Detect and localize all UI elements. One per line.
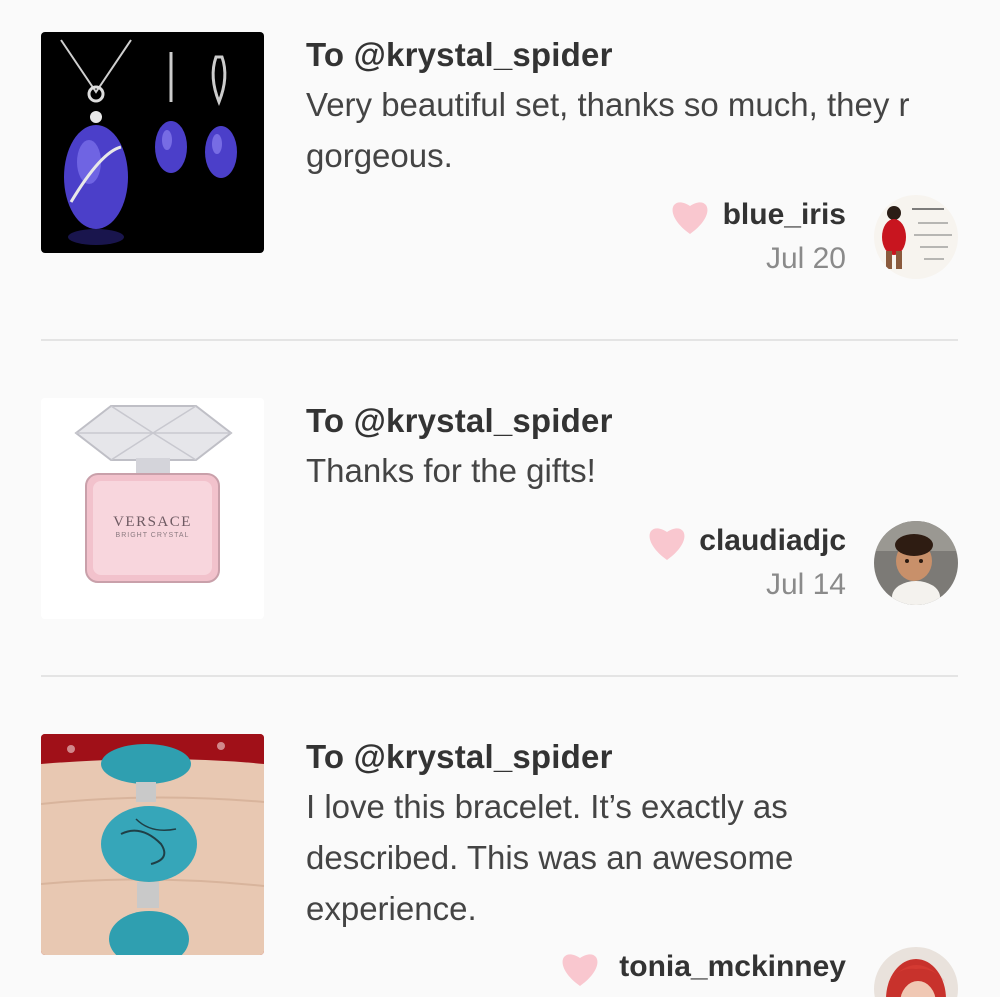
- product-thumbnail[interactable]: [41, 32, 264, 253]
- sent-date: Jul 20: [765, 242, 846, 275]
- recipient-handle[interactable]: To @krystal_spider: [306, 36, 613, 74]
- recipient-handle[interactable]: To @krystal_spider: [306, 402, 613, 440]
- heart-icon[interactable]: [558, 948, 602, 988]
- thank-you-message: Very beautiful set, thanks so much, they…: [306, 86, 910, 174]
- sender-username[interactable]: tonia_mckinney: [619, 950, 846, 984]
- feed-entry[interactable]: VERSACE BRIGHT CRYSTAL To @krystal_spide…: [0, 340, 1000, 676]
- feed-entry[interactable]: To @krystal_spider I love this bracelet.…: [0, 676, 1000, 997]
- jewelry-set-image: [41, 32, 264, 253]
- thank-you-message: I love this bracelet. It’s exactly as de…: [306, 788, 794, 927]
- sender-avatar[interactable]: [874, 947, 958, 997]
- heart-icon[interactable]: [645, 522, 689, 562]
- feed-entry[interactable]: To @krystal_spider Very beautiful set, t…: [0, 0, 1000, 340]
- sender-username[interactable]: blue_iris: [723, 198, 846, 232]
- sent-date: Jul 14: [765, 568, 846, 601]
- thank-you-message: Thanks for the gifts!: [306, 452, 596, 489]
- perfume-bottle-image: VERSACE BRIGHT CRYSTAL: [41, 398, 264, 619]
- sender-avatar[interactable]: [874, 521, 958, 605]
- recipient-handle[interactable]: To @krystal_spider: [306, 738, 613, 776]
- product-thumbnail[interactable]: [41, 734, 264, 955]
- perfume-product-label: BRIGHT CRYSTAL: [116, 532, 190, 539]
- product-thumbnail[interactable]: VERSACE BRIGHT CRYSTAL: [41, 398, 264, 619]
- heart-icon[interactable]: [668, 196, 712, 236]
- thank-you-feed: To @krystal_spider Very beautiful set, t…: [0, 0, 1000, 997]
- sender-avatar[interactable]: [874, 195, 958, 279]
- sender-username[interactable]: claudiadjc: [699, 524, 846, 558]
- perfume-brand-label: VERSACE: [113, 514, 192, 530]
- turquoise-bracelet-image: [41, 734, 264, 955]
